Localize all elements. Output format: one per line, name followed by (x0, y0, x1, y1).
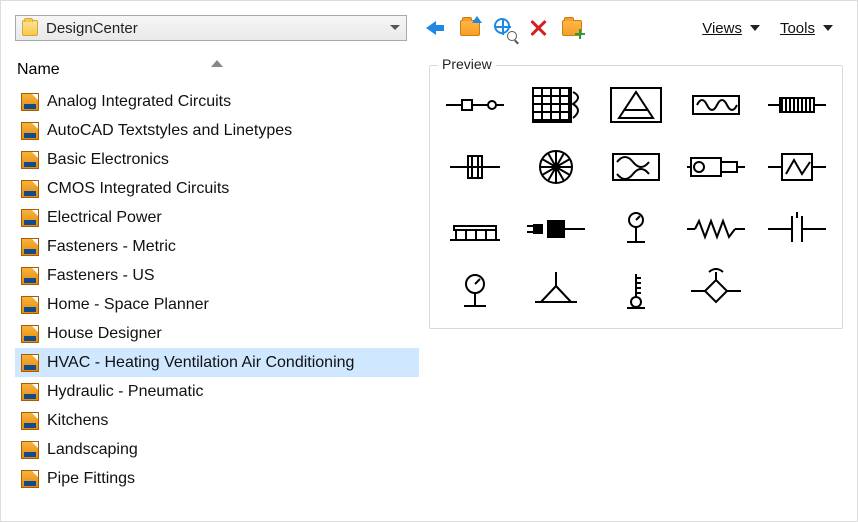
folder-plus-icon (562, 20, 582, 36)
tree-row[interactable]: Electrical Power (15, 203, 419, 232)
tree-item-label: Kitchens (47, 412, 108, 430)
tree-row[interactable]: CMOS Integrated Circuits (15, 174, 419, 203)
preview-grid (438, 76, 834, 320)
tree-row[interactable]: Kitchens (15, 406, 419, 435)
tree-panel: Name Analog Integrated Circuits AutoCAD T… (15, 59, 419, 499)
tree-item-label: Landscaping (47, 441, 138, 459)
views-menu-label: Views (702, 20, 742, 37)
tools-menu[interactable]: Tools (780, 20, 833, 37)
tree-row[interactable]: Fasteners - Metric (15, 232, 419, 261)
sort-ascending-icon (211, 60, 223, 67)
tree-row[interactable]: Basic Electronics (15, 145, 419, 174)
symbol-controller-box[interactable] (760, 138, 834, 196)
dwg-icon (21, 354, 39, 372)
location-dropdown[interactable]: DesignCenter (15, 15, 407, 41)
symbol-capacitor-symbol[interactable] (760, 200, 834, 258)
search-button[interactable] (493, 17, 515, 39)
tree-row[interactable]: Pipe Fittings (15, 464, 419, 493)
dwg-icon (21, 267, 39, 285)
designcenter-window: DesignCenter Views Tools Name (0, 0, 858, 522)
tree-row[interactable]: AutoCAD Textstyles and Linetypes (15, 116, 419, 145)
dwg-icon (21, 383, 39, 401)
symbol-valve-body[interactable] (679, 262, 753, 320)
dwg-icon (21, 122, 39, 140)
favorites-button[interactable] (561, 17, 583, 39)
dwg-icon (21, 470, 39, 488)
symbol-duct-tee[interactable] (438, 138, 512, 196)
tree-item-label: AutoCAD Textstyles and Linetypes (47, 122, 292, 140)
tree-item-label: Hydraulic - Pneumatic (47, 383, 204, 401)
arrow-left-icon (426, 21, 446, 35)
dwg-icon (21, 325, 39, 343)
tree-item-label: Fasteners - Metric (47, 238, 176, 256)
tree-item-label: Home - Space Planner (47, 296, 209, 314)
symbol-pump-motor[interactable] (679, 138, 753, 196)
symbol-valve-threeway[interactable] (518, 262, 592, 320)
preview-fieldset: Preview (429, 65, 843, 329)
tree-item-label: Basic Electronics (47, 151, 169, 169)
symbol-pressure-gauge[interactable] (438, 262, 512, 320)
dwg-icon (21, 180, 39, 198)
tree-list: Analog Integrated Circuits AutoCAD Textst… (15, 87, 419, 493)
tree-item-label: Pipe Fittings (47, 470, 135, 488)
tools-menu-label: Tools (780, 20, 815, 37)
dropdown-label: DesignCenter (46, 20, 390, 37)
symbol-fan-radial[interactable] (518, 138, 592, 196)
up-folder-button[interactable] (459, 17, 481, 39)
symbol-gauge-stand[interactable] (599, 200, 673, 258)
tree-item-label: Analog Integrated Circuits (47, 93, 231, 111)
tree-row[interactable]: HVAC - Heating Ventilation Air Condition… (15, 348, 419, 377)
symbol-resistor-series[interactable] (679, 200, 753, 258)
symbol-air-handler[interactable] (599, 76, 673, 134)
tree-item-label: CMOS Integrated Circuits (47, 180, 229, 198)
tree-item-label: HVAC - Heating Ventilation Air Condition… (47, 354, 354, 372)
symbol-diffuser-linear[interactable] (438, 200, 512, 258)
globe-search-icon (494, 18, 514, 38)
symbol-damper-inline[interactable] (438, 76, 512, 134)
tree-row[interactable]: Fasteners - US (15, 261, 419, 290)
body-area: Name Analog Integrated Circuits AutoCAD T… (15, 59, 843, 499)
folder-up-icon (460, 20, 480, 36)
dwg-icon (21, 412, 39, 430)
symbol-grille-crosshatch[interactable] (518, 76, 592, 134)
symbol-filter-rect[interactable] (760, 76, 834, 134)
dwg-icon (21, 151, 39, 169)
folder-icon (22, 20, 38, 36)
back-button[interactable] (425, 17, 447, 39)
caret-down-icon (823, 25, 833, 31)
column-name-header: Name (17, 61, 60, 79)
dwg-icon (21, 238, 39, 256)
chevron-down-icon (390, 23, 400, 33)
dwg-icon (21, 296, 39, 314)
tree-row[interactable]: Hydraulic - Pneumatic (15, 377, 419, 406)
dwg-icon (21, 441, 39, 459)
toolbar: DesignCenter Views Tools (15, 11, 843, 45)
symbol-thermometer[interactable] (599, 262, 673, 320)
symbol-cooling-coil[interactable] (599, 138, 673, 196)
tree-item-label: House Designer (47, 325, 162, 343)
caret-down-icon (750, 25, 760, 31)
dwg-icon (21, 209, 39, 227)
tree-item-label: Fasteners - US (47, 267, 155, 285)
views-menu[interactable]: Views (702, 20, 760, 37)
dwg-icon (21, 93, 39, 111)
delete-button[interactable] (527, 17, 549, 39)
tree-row[interactable]: House Designer (15, 319, 419, 348)
symbol-junction-box[interactable] (518, 200, 592, 258)
tree-row[interactable]: Home - Space Planner (15, 290, 419, 319)
tree-item-label: Electrical Power (47, 209, 162, 227)
preview-legend: Preview (438, 56, 496, 72)
tree-row[interactable]: Landscaping (15, 435, 419, 464)
preview-panel: Preview (429, 59, 843, 499)
tree-header-row[interactable]: Name (15, 59, 419, 81)
x-icon (529, 19, 547, 37)
symbol-heating-coil[interactable] (679, 76, 753, 134)
toolbar-icons (425, 17, 583, 39)
menu-bar: Views Tools (702, 20, 833, 37)
tree-row[interactable]: Analog Integrated Circuits (15, 87, 419, 116)
